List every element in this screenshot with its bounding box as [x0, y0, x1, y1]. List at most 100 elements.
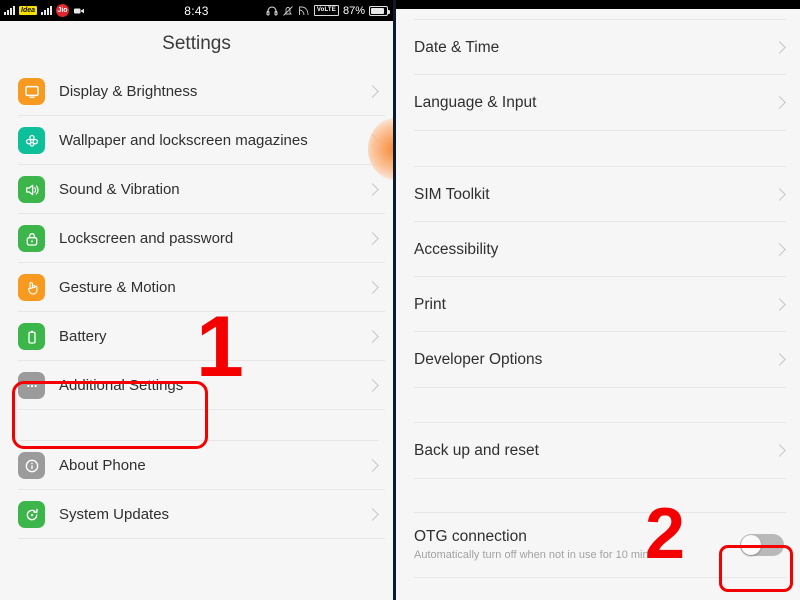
volte-badge-icon: VoLTE — [313, 5, 339, 16]
sidebar-item-sound-vibration[interactable]: Sound & Vibration — [0, 165, 393, 214]
menu-item-label: SIM Toolkit — [414, 185, 490, 203]
battery-percent-label: 87% — [342, 4, 365, 17]
menu-item-developer-options[interactable]: Developer Options — [396, 332, 800, 387]
sidebar-item-label: Additional Settings — [59, 376, 184, 394]
chevron-right-icon — [775, 443, 784, 459]
chevron-right-icon — [368, 84, 377, 100]
sidebar-item-lockscreen-password[interactable]: Lockscreen and password — [0, 214, 393, 263]
page-title: Settings — [0, 21, 393, 67]
menu-item-label: Back up and reset — [414, 441, 539, 459]
menu-item-label: Date & Time — [414, 38, 500, 56]
row-text: SIM Toolkit — [414, 186, 767, 204]
row-text: Lockscreen and password — [59, 230, 360, 248]
row-text: Display & Brightness — [59, 83, 360, 101]
menu-item-otg-connection[interactable]: OTG connection Automatically turn off wh… — [396, 513, 800, 577]
menu-item-label: Accessibility — [414, 240, 499, 258]
menu-item-sublabel: Automatically turn off when not in use f… — [414, 549, 670, 561]
settings-group-otg: OTG connection Automatically turn off wh… — [396, 512, 800, 578]
flower-icon — [18, 127, 45, 154]
speaker-icon — [18, 176, 45, 203]
chevron-right-icon — [775, 40, 784, 56]
row-text: Date & Time — [414, 39, 767, 57]
sidebar-item-display-brightness[interactable]: Display & Brightness — [0, 67, 393, 116]
settings-group-system: SIM Toolkit Accessibility Print Develope… — [396, 166, 800, 388]
menu-item-language-input[interactable]: Language & Input — [396, 75, 800, 130]
group-separator — [0, 410, 393, 440]
chevron-right-icon — [775, 187, 784, 203]
row-text: Sound & Vibration — [59, 181, 360, 199]
sidebar-item-label: Sound & Vibration — [59, 180, 180, 198]
settings-group-main: Display & Brightness Wallpaper and locks… — [0, 67, 393, 410]
sidebar-item-label: System Updates — [59, 505, 170, 523]
otg-connection-toggle[interactable] — [740, 534, 784, 556]
sidebar-item-gesture-motion[interactable]: Gesture & Motion — [0, 263, 393, 312]
status-bar-right-icons: VoLTE 87% — [266, 0, 390, 21]
settings-group-about: About Phone System Updates — [0, 440, 393, 539]
sidebar-item-wallpaper-magazines[interactable]: Wallpaper and lockscreen magazines — [0, 116, 393, 165]
right-phone-screen: Date & Time Language & Input SIM Toolkit — [396, 0, 800, 600]
chevron-right-icon — [368, 280, 377, 296]
chevron-right-icon — [368, 231, 377, 247]
screenshot-root: Idea Jio 8:43 VoLTE 87% Settings Display… — [0, 0, 800, 600]
sidebar-item-label: Gesture & Motion — [59, 278, 176, 296]
left-phone-screen: Idea Jio 8:43 VoLTE 87% Settings Display… — [0, 0, 396, 600]
menu-item-label: Language & Input — [414, 93, 537, 111]
row-text: Developer Options — [414, 351, 767, 369]
cast-icon — [298, 6, 309, 15]
settings-group-datetime: Date & Time Language & Input — [396, 20, 800, 131]
sidebar-item-about-phone[interactable]: About Phone — [0, 441, 393, 490]
chevron-right-icon — [368, 133, 377, 149]
row-text: Back up and reset — [414, 442, 767, 460]
menu-item-backup-reset[interactable]: Back up and reset — [396, 423, 800, 478]
group-separator — [396, 479, 800, 512]
row-text: Wallpaper and lockscreen magazines — [59, 132, 360, 150]
group-separator — [396, 388, 800, 422]
sidebar-item-label: Display & Brightness — [59, 82, 198, 100]
sidebar-item-label: Battery — [59, 327, 107, 345]
row-text: System Updates — [59, 506, 360, 524]
lock-icon — [18, 225, 45, 252]
chevron-right-icon — [368, 458, 377, 474]
row-text: Battery — [59, 328, 360, 346]
chevron-right-icon — [368, 329, 377, 345]
chevron-right-icon — [368, 507, 377, 523]
settings-group-backup: Back up and reset — [396, 422, 800, 479]
menu-item-accessibility[interactable]: Accessibility — [396, 222, 800, 277]
menu-item-sim-toolkit[interactable]: SIM Toolkit — [396, 167, 800, 222]
battery-icon — [18, 323, 45, 350]
headphones-icon — [266, 6, 278, 15]
row-text: Language & Input — [414, 94, 767, 112]
mute-bell-icon — [283, 5, 293, 16]
menu-item-date-time[interactable]: Date & Time — [396, 20, 800, 75]
row-text: Gesture & Motion — [59, 279, 360, 297]
sidebar-item-label: Lockscreen and password — [59, 229, 234, 247]
row-text: About Phone — [59, 457, 360, 475]
status-bar-stub — [396, 0, 800, 9]
display-icon — [18, 78, 45, 105]
menu-item-label: Developer Options — [414, 350, 543, 368]
sidebar-item-additional-settings[interactable]: Additional Settings — [0, 361, 393, 410]
battery-icon — [369, 5, 390, 16]
info-icon — [18, 452, 45, 479]
update-icon — [18, 501, 45, 528]
ellipsis-icon — [18, 372, 45, 399]
row-text: Accessibility — [414, 241, 767, 259]
menu-item-label: OTG connection — [414, 528, 527, 545]
chevron-right-icon — [775, 297, 784, 313]
chevron-right-icon — [775, 242, 784, 258]
sidebar-item-label: About Phone — [59, 456, 146, 474]
chevron-right-icon — [775, 352, 784, 368]
menu-item-print[interactable]: Print — [396, 277, 800, 332]
row-text: Print — [414, 296, 767, 314]
row-text: Additional Settings — [59, 377, 360, 395]
chevron-right-icon — [775, 95, 784, 111]
hand-gesture-icon — [18, 274, 45, 301]
toggle-knob — [741, 535, 761, 555]
status-bar: Idea Jio 8:43 VoLTE 87% — [0, 0, 393, 21]
chevron-right-icon — [368, 182, 377, 198]
menu-item-label: Print — [414, 295, 446, 313]
sidebar-item-system-updates[interactable]: System Updates — [0, 490, 393, 539]
divider — [414, 577, 786, 578]
sidebar-item-label: Wallpaper and lockscreen magazines — [59, 131, 308, 149]
sidebar-item-battery[interactable]: Battery — [0, 312, 393, 361]
